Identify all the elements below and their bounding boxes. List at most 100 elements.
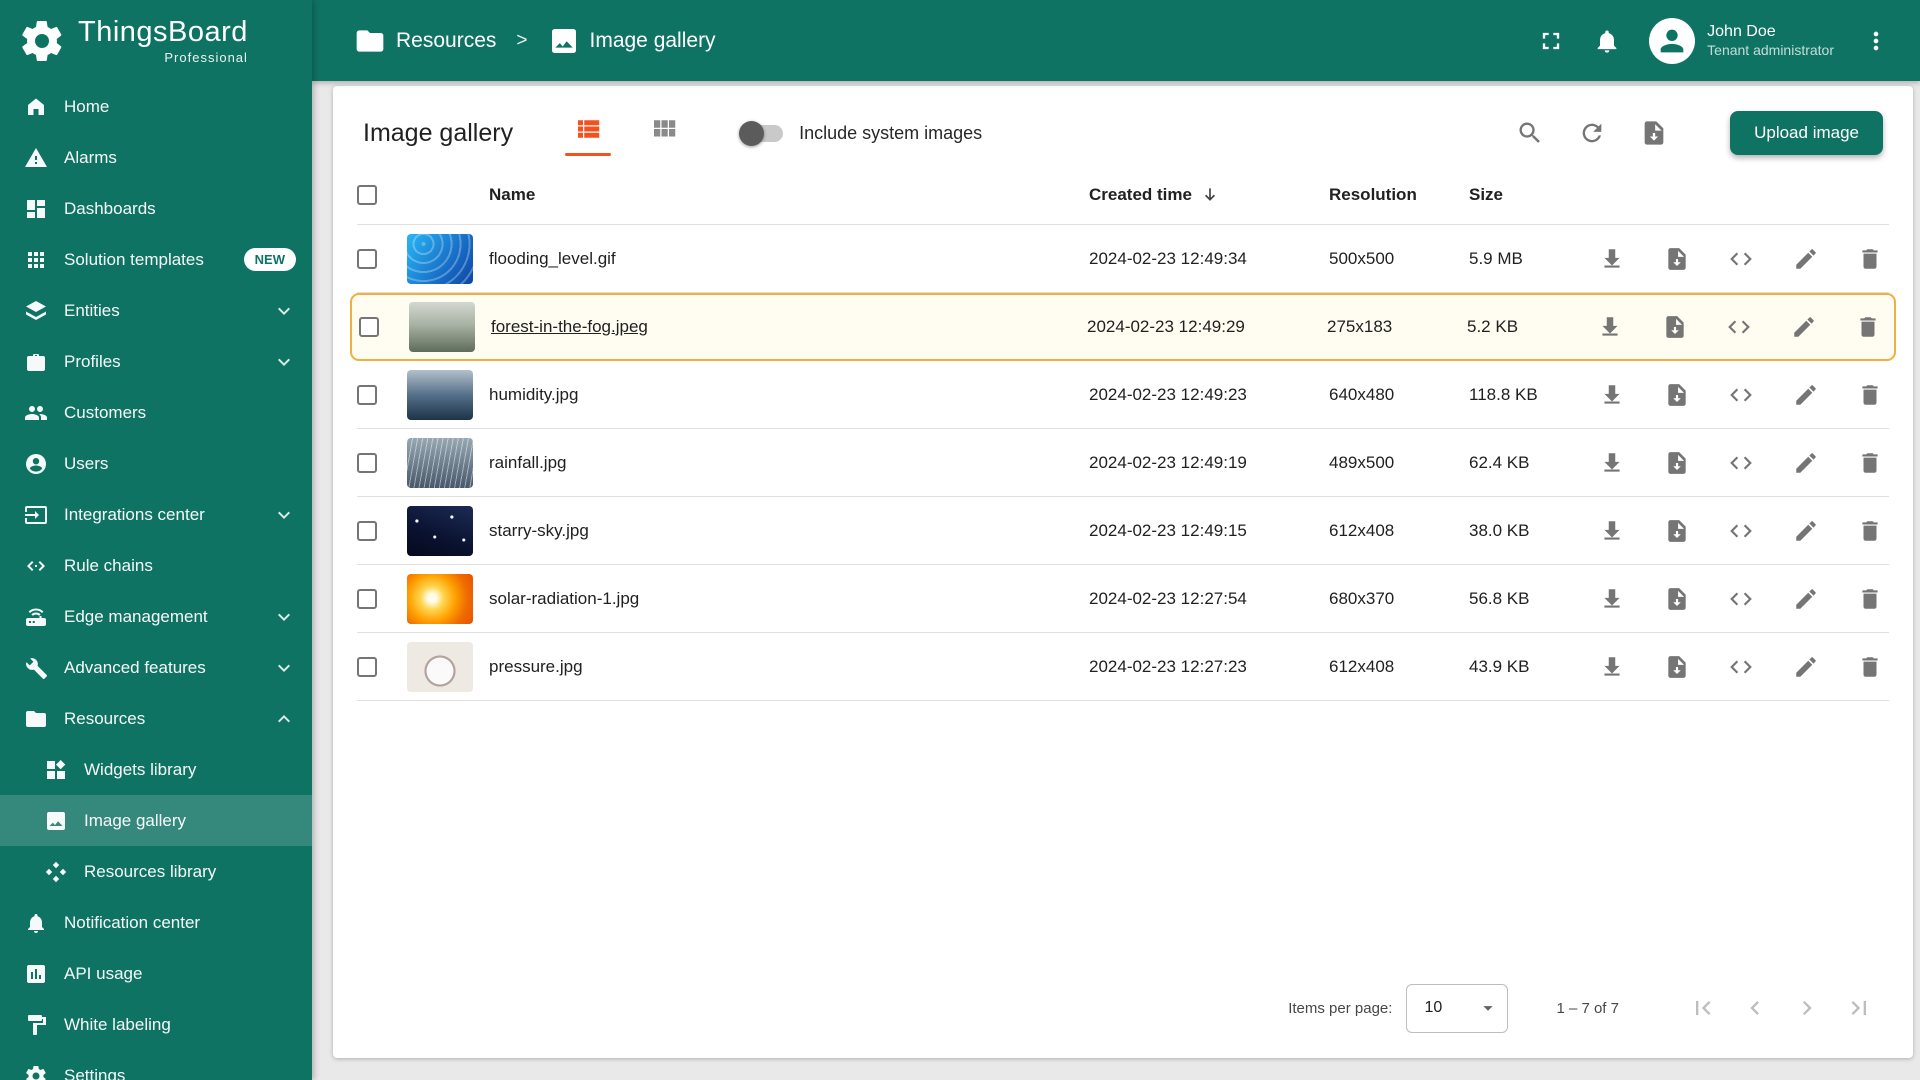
edit-image-button[interactable]	[1793, 450, 1819, 476]
table-row[interactable]: humidity.jpg 2024-02-23 12:49:23 640x480…	[357, 361, 1889, 429]
table-row[interactable]: starry-sky.jpg 2024-02-23 12:49:15 612x4…	[357, 497, 1889, 565]
items-per-page-select[interactable]: 10	[1406, 984, 1508, 1033]
sidebar-item-users[interactable]: Users	[0, 438, 312, 489]
more-menu-button[interactable]	[1862, 27, 1890, 55]
image-size: 56.8 KB	[1469, 589, 1599, 609]
table-row[interactable]: forest-in-the-fog.jpeg 2024-02-23 12:49:…	[350, 293, 1896, 361]
sidebar-item-profiles[interactable]: Profiles	[0, 336, 312, 387]
export-image-button[interactable]	[1664, 450, 1690, 476]
embed-code-button[interactable]	[1728, 586, 1754, 612]
download-icon	[1599, 246, 1625, 272]
fullscreen-button[interactable]	[1537, 27, 1565, 55]
embed-code-button[interactable]	[1728, 518, 1754, 544]
grid-view-tab[interactable]	[631, 110, 697, 156]
delete-image-button[interactable]	[1857, 654, 1883, 680]
embed-code-button[interactable]	[1728, 382, 1754, 408]
breadcrumb-image-gallery[interactable]: Image gallery	[548, 25, 716, 57]
column-header-resolution[interactable]: Resolution	[1329, 185, 1469, 205]
first-page-button[interactable]	[1689, 994, 1717, 1022]
export-image-button[interactable]	[1664, 518, 1690, 544]
row-checkbox[interactable]	[357, 589, 377, 609]
download-image-button[interactable]	[1599, 654, 1625, 680]
breadcrumb-resources[interactable]: Resources	[354, 25, 496, 57]
table-row[interactable]: rainfall.jpg 2024-02-23 12:49:19 489x500…	[357, 429, 1889, 497]
sidebar-item-advanced-features[interactable]: Advanced features	[0, 642, 312, 693]
export-image-button[interactable]	[1664, 654, 1690, 680]
sidebar-item-image-gallery[interactable]: Image gallery	[0, 795, 312, 846]
sidebar-item-edge-management[interactable]: Edge management	[0, 591, 312, 642]
table-row[interactable]: flooding_level.gif 2024-02-23 12:49:34 5…	[357, 225, 1889, 293]
row-checkbox[interactable]	[357, 657, 377, 677]
select-all-checkbox[interactable]	[357, 185, 377, 205]
delete-image-button[interactable]	[1857, 382, 1883, 408]
row-checkbox[interactable]	[357, 385, 377, 405]
sidebar-item-home[interactable]: Home	[0, 81, 312, 132]
sidebar-item-api-usage[interactable]: API usage	[0, 948, 312, 999]
delete-image-button[interactable]	[1857, 586, 1883, 612]
delete-image-button[interactable]	[1857, 518, 1883, 544]
last-page-button[interactable]	[1845, 994, 1873, 1022]
sidebar-item-solution-templates[interactable]: Solution templates NEW	[0, 234, 312, 285]
download-image-button[interactable]	[1599, 246, 1625, 272]
column-header-name[interactable]: Name	[489, 185, 1089, 205]
import-image-button[interactable]	[1640, 119, 1668, 147]
download-image-button[interactable]	[1599, 382, 1625, 408]
include-system-images-toggle[interactable]: Include system images	[741, 123, 982, 144]
export-file-icon	[1664, 246, 1690, 272]
edit-image-button[interactable]	[1793, 246, 1819, 272]
column-header-created-time[interactable]: Created time	[1089, 185, 1329, 205]
notifications-button[interactable]	[1593, 27, 1621, 55]
search-button[interactable]	[1516, 119, 1544, 147]
table-row[interactable]: solar-radiation-1.jpg 2024-02-23 12:27:5…	[357, 565, 1889, 633]
export-image-button[interactable]	[1662, 314, 1688, 340]
download-icon	[1599, 450, 1625, 476]
download-image-button[interactable]	[1599, 586, 1625, 612]
embed-code-button[interactable]	[1726, 314, 1752, 340]
edit-image-button[interactable]	[1791, 314, 1817, 340]
column-header-size[interactable]: Size	[1469, 185, 1599, 205]
export-image-button[interactable]	[1664, 246, 1690, 272]
delete-image-button[interactable]	[1857, 246, 1883, 272]
embed-code-button[interactable]	[1728, 246, 1754, 272]
sidebar-item-white-labeling[interactable]: White labeling	[0, 999, 312, 1050]
delete-image-button[interactable]	[1855, 314, 1881, 340]
delete-image-button[interactable]	[1857, 450, 1883, 476]
edit-image-button[interactable]	[1793, 382, 1819, 408]
app-logo[interactable]: ThingsBoard Professional	[0, 0, 312, 81]
sidebar-item-notification-center[interactable]: Notification center	[0, 897, 312, 948]
edit-image-button[interactable]	[1793, 518, 1819, 544]
sidebar-item-widgets-library[interactable]: Widgets library	[0, 744, 312, 795]
download-image-button[interactable]	[1599, 518, 1625, 544]
sidebar-item-integrations-center[interactable]: Integrations center	[0, 489, 312, 540]
sidebar-item-entities[interactable]: Entities	[0, 285, 312, 336]
row-checkbox[interactable]	[357, 453, 377, 473]
download-image-button[interactable]	[1599, 450, 1625, 476]
edit-image-button[interactable]	[1793, 586, 1819, 612]
embed-code-button[interactable]	[1728, 450, 1754, 476]
sidebar-item-resources[interactable]: Resources	[0, 693, 312, 744]
sidebar-item-settings[interactable]: Settings	[0, 1050, 312, 1080]
sidebar-item-alarms[interactable]: Alarms	[0, 132, 312, 183]
row-checkbox[interactable]	[359, 317, 379, 337]
sidebar-item-customers[interactable]: Customers	[0, 387, 312, 438]
toggle-switch[interactable]	[741, 125, 783, 142]
dashboards-icon	[24, 197, 48, 221]
export-image-button[interactable]	[1664, 382, 1690, 408]
download-image-button[interactable]	[1597, 314, 1623, 340]
next-page-button[interactable]	[1793, 994, 1821, 1022]
list-view-tab[interactable]	[555, 110, 621, 156]
edit-image-button[interactable]	[1793, 654, 1819, 680]
row-checkbox[interactable]	[357, 249, 377, 269]
sidebar-item-dashboards[interactable]: Dashboards	[0, 183, 312, 234]
export-image-button[interactable]	[1664, 586, 1690, 612]
refresh-button[interactable]	[1578, 119, 1606, 147]
row-checkbox[interactable]	[357, 521, 377, 541]
sidebar-item-label: Solution templates	[64, 250, 204, 270]
sidebar-item-rule-chains[interactable]: Rule chains	[0, 540, 312, 591]
upload-image-button[interactable]: Upload image	[1730, 111, 1883, 155]
sidebar-item-resources-library[interactable]: Resources library	[0, 846, 312, 897]
user-menu[interactable]: John Doe Tenant administrator	[1649, 18, 1834, 64]
table-row[interactable]: pressure.jpg 2024-02-23 12:27:23 612x408…	[357, 633, 1889, 701]
previous-page-button[interactable]	[1741, 994, 1769, 1022]
embed-code-button[interactable]	[1728, 654, 1754, 680]
